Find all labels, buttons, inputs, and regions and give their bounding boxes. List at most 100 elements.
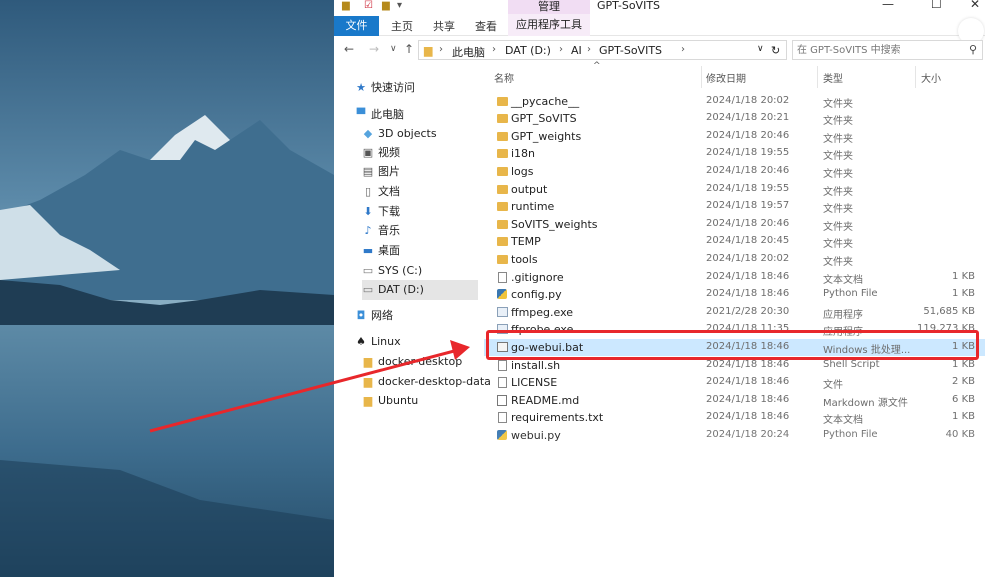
file-row[interactable]: GPT_SoVITS 2024/1/18 20:21 文件夹 bbox=[484, 110, 985, 128]
address-dropdown-icon[interactable]: ∨ bbox=[757, 44, 764, 54]
file-row[interactable]: output 2024/1/18 19:55 文件夹 bbox=[484, 181, 985, 199]
file-name: runtime bbox=[511, 200, 555, 214]
file-name: .gitignore bbox=[511, 270, 564, 284]
file-type: 文件夹 bbox=[823, 221, 853, 233]
new-folder-icon[interactable]: ▆ bbox=[382, 0, 390, 11]
recent-locations-chevron-icon[interactable]: ∨ bbox=[390, 44, 397, 54]
close-button[interactable]: ✕ bbox=[970, 0, 980, 11]
file-size: 51,685 KB bbox=[923, 305, 975, 317]
folder-icon: ▆ bbox=[363, 355, 373, 368]
file-type: 应用程序 bbox=[823, 309, 863, 321]
file-date: 2024/1/18 18:46 bbox=[706, 393, 790, 405]
folder-icon bbox=[496, 200, 508, 214]
nav-music[interactable]: ♪ 音乐 bbox=[361, 221, 400, 241]
nav-network[interactable]: ◘ 网络 bbox=[354, 306, 393, 326]
column-header-type[interactable]: 类型 bbox=[823, 70, 843, 85]
tab-share[interactable]: 共享 bbox=[433, 18, 455, 34]
breadcrumb-gpt-sovits[interactable]: GPT-SoVITS bbox=[599, 44, 662, 57]
breadcrumb-dat-drive[interactable]: DAT (D:) bbox=[505, 44, 551, 57]
folder-icon bbox=[496, 130, 508, 144]
tab-file[interactable]: 文件 bbox=[334, 16, 379, 36]
file-row[interactable]: webui.py 2024/1/18 20:24 Python File 40 KB bbox=[484, 427, 985, 445]
file-row[interactable]: TEMP 2024/1/18 20:45 文件夹 bbox=[484, 233, 985, 251]
column-header-date[interactable]: 修改日期 bbox=[706, 70, 746, 85]
chevron-right-icon[interactable]: › bbox=[681, 44, 685, 55]
up-arrow-icon[interactable]: ↑ bbox=[404, 42, 414, 56]
chevron-right-icon[interactable]: › bbox=[587, 44, 591, 55]
column-divider[interactable] bbox=[701, 66, 702, 88]
column-header-name[interactable]: 名称 bbox=[494, 70, 514, 85]
search-box[interactable]: ⚲ bbox=[792, 40, 983, 60]
file-row[interactable]: GPT_weights 2024/1/18 20:46 文件夹 bbox=[484, 128, 985, 146]
breadcrumb-ai[interactable]: AI bbox=[571, 44, 582, 57]
python-file-icon bbox=[496, 429, 508, 443]
file-size: 1 KB bbox=[952, 340, 975, 352]
file-name: tools bbox=[511, 252, 538, 266]
nav-3d-objects[interactable]: ◆ 3D objects bbox=[361, 124, 437, 144]
nav-ubuntu[interactable]: ▆ Ubuntu bbox=[361, 391, 419, 411]
file-row[interactable]: i18n 2024/1/18 19:55 文件夹 bbox=[484, 145, 985, 163]
file-row[interactable]: logs 2024/1/18 20:46 文件夹 bbox=[484, 163, 985, 181]
folder-icon bbox=[496, 235, 508, 249]
nav-desktop[interactable]: ▬ 桌面 bbox=[361, 241, 400, 261]
file-row[interactable]: .gitignore 2024/1/18 18:46 文本文档 1 KB bbox=[484, 269, 985, 287]
minimize-button[interactable]: — bbox=[882, 0, 894, 11]
refresh-icon[interactable]: ↻ bbox=[771, 44, 780, 57]
file-row[interactable]: LICENSE 2024/1/18 18:46 文件 2 KB bbox=[484, 374, 985, 392]
text-file-icon bbox=[496, 411, 508, 426]
breadcrumb-this-pc[interactable]: 此电脑 bbox=[452, 44, 485, 60]
drive-icon: ▭ bbox=[362, 283, 374, 296]
file-row[interactable]: SoVITS_weights 2024/1/18 20:46 文件夹 bbox=[484, 216, 985, 234]
file-size: 119,273 KB bbox=[917, 323, 975, 335]
properties-icon[interactable]: ☑ bbox=[364, 0, 373, 11]
file-row[interactable]: requirements.txt 2024/1/18 18:46 文本文档 1 KB bbox=[484, 409, 985, 427]
file-date: 2024/1/18 18:46 bbox=[706, 340, 790, 352]
column-divider[interactable] bbox=[915, 66, 916, 88]
file-type: 文件夹 bbox=[823, 168, 853, 180]
file-row[interactable]: config.py 2024/1/18 18:46 Python File 1 KB bbox=[484, 286, 985, 304]
file-row[interactable]: tools 2024/1/18 20:02 文件夹 bbox=[484, 251, 985, 269]
nav-downloads[interactable]: ⬇ 下载 bbox=[361, 202, 400, 222]
search-input[interactable] bbox=[797, 43, 962, 57]
nav-linux[interactable]: ♠ Linux bbox=[354, 332, 401, 352]
address-bar[interactable]: ▆ › 此电脑 › DAT (D:) › AI › GPT-SoVITS › ∨… bbox=[418, 40, 787, 60]
file-row[interactable]: __pycache__ 2024/1/18 20:02 文件夹 bbox=[484, 93, 985, 111]
download-icon: ⬇ bbox=[363, 205, 373, 218]
back-arrow-icon[interactable]: ← bbox=[344, 42, 354, 56]
text-file-icon bbox=[496, 376, 508, 391]
tab-home[interactable]: 主页 bbox=[391, 18, 413, 34]
file-row[interactable]: runtime 2024/1/18 19:57 文件夹 bbox=[484, 198, 985, 216]
chevron-right-icon[interactable]: › bbox=[439, 44, 443, 55]
file-type: 文本文档 bbox=[823, 274, 863, 286]
sort-up-chevron-icon: ^ bbox=[593, 61, 601, 71]
search-icon[interactable]: ⚲ bbox=[969, 43, 977, 56]
maximize-button[interactable]: ☐ bbox=[931, 0, 942, 11]
nav-dat-drive[interactable]: ▭ DAT (D:) bbox=[361, 280, 424, 300]
nav-docker-desktop[interactable]: ▆ docker-desktop bbox=[361, 352, 462, 372]
customize-quick-access-icon[interactable]: ▾ bbox=[397, 0, 402, 11]
manage-contextual-tab[interactable]: 管理 bbox=[508, 0, 590, 14]
file-row[interactable]: README.md 2024/1/18 18:46 Markdown 源文件 6 KB bbox=[484, 392, 985, 410]
tab-view[interactable]: 查看 bbox=[475, 18, 497, 34]
file-date: 2024/1/18 11:35 bbox=[706, 323, 790, 335]
column-header-size[interactable]: 大小 bbox=[921, 70, 941, 85]
nav-pictures[interactable]: ▤ 图片 bbox=[361, 162, 400, 182]
file-row[interactable]: install.sh 2024/1/18 18:46 Shell Script 1 K… bbox=[484, 357, 985, 375]
nav-videos[interactable]: ▣ 视频 bbox=[361, 143, 400, 163]
column-divider[interactable] bbox=[817, 66, 818, 88]
folder-icon bbox=[496, 95, 508, 109]
folder-icon bbox=[496, 253, 508, 267]
file-row[interactable]: go-webui.bat 2024/1/18 18:46 Windows 批处理..… bbox=[484, 338, 985, 357]
tab-application-tools[interactable]: 应用程序工具 bbox=[508, 14, 590, 36]
chevron-right-icon[interactable]: › bbox=[559, 44, 563, 55]
file-row[interactable]: ffmpeg.exe 2021/2/28 20:30 应用程序 51,685 KB bbox=[484, 304, 985, 322]
folder-icon bbox=[496, 165, 508, 179]
nav-this-pc[interactable]: ▀ 此电脑 bbox=[354, 105, 404, 125]
chevron-right-icon[interactable]: › bbox=[492, 44, 496, 55]
nav-quick-access[interactable]: ★ 快速访问 bbox=[354, 78, 415, 98]
nav-sys-drive[interactable]: ▭ SYS (C:) bbox=[361, 261, 422, 281]
nav-documents[interactable]: ▯ 文档 bbox=[361, 182, 400, 202]
forward-arrow-icon[interactable]: → bbox=[369, 42, 379, 56]
nav-docker-desktop-data[interactable]: ▆ docker-desktop-data bbox=[361, 372, 491, 392]
file-row[interactable]: ffprobe.exe 2024/1/18 11:35 应用程序 119,273 KB bbox=[484, 321, 985, 339]
